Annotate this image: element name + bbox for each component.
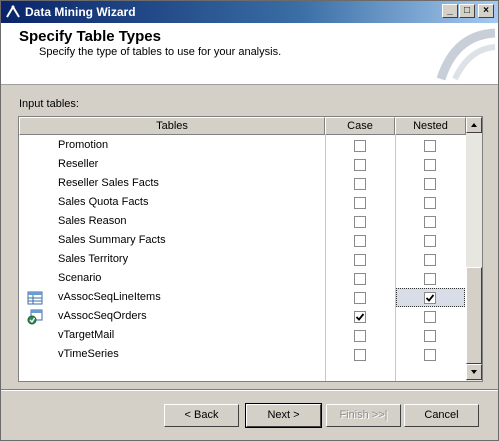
scroll-down-button[interactable] (466, 364, 482, 380)
case-checkbox[interactable] (354, 159, 366, 171)
wizard-logo-icon (436, 28, 496, 81)
case-checkbox[interactable] (354, 311, 366, 323)
case-checkbox[interactable] (354, 178, 366, 190)
table-name: vAssocSeqOrders (58, 310, 147, 322)
nested-checkbox[interactable] (424, 311, 436, 323)
table-row[interactable]: vAssocSeqLineItems (19, 288, 466, 307)
table-row[interactable]: Scenario (19, 269, 466, 288)
finish-button[interactable]: Finish >>| (326, 404, 401, 427)
nested-checkbox[interactable] (424, 330, 436, 342)
cancel-button[interactable]: Cancel (404, 404, 479, 427)
page-title: Specify Table Types (19, 28, 161, 45)
column-header-nested[interactable]: Nested (395, 117, 466, 135)
page-subtitle: Specify the type of tables to use for yo… (39, 46, 282, 58)
table-name: vTargetMail (58, 329, 115, 341)
table-row[interactable]: Promotion (19, 136, 466, 155)
table-row[interactable]: vTimeSeries (19, 345, 466, 364)
table-name: Scenario (58, 272, 102, 284)
table-name: Reseller Sales Facts (58, 177, 159, 189)
nested-table-icon (27, 290, 43, 306)
arrow-up-icon (471, 123, 477, 127)
case-table-icon (27, 309, 43, 325)
wizard-header: Specify Table Types Specify the type of … (1, 23, 498, 85)
table-row[interactable]: Sales Territory (19, 250, 466, 269)
table-name: Sales Territory (58, 253, 129, 265)
table-row[interactable]: Reseller (19, 155, 466, 174)
case-checkbox[interactable] (354, 330, 366, 342)
grid-header: Tables Case Nested (19, 117, 466, 135)
case-checkbox[interactable] (354, 273, 366, 285)
title-bar: Data Mining Wizard _ □ × (1, 1, 498, 23)
nested-checkbox[interactable] (424, 159, 436, 171)
table-name: vTimeSeries (58, 348, 119, 360)
case-checkbox[interactable] (354, 292, 366, 304)
close-button[interactable]: × (478, 4, 494, 18)
column-header-case[interactable]: Case (325, 117, 395, 135)
back-button[interactable]: < Back (164, 404, 239, 427)
maximize-button[interactable]: □ (459, 4, 475, 18)
column-header-tables[interactable]: Tables (19, 117, 325, 135)
table-row[interactable]: Sales Summary Facts (19, 231, 466, 250)
table-row[interactable]: Reseller Sales Facts (19, 174, 466, 193)
nested-checkbox[interactable] (424, 292, 436, 304)
button-separator (1, 389, 498, 391)
nested-checkbox[interactable] (424, 140, 436, 152)
case-checkbox[interactable] (354, 197, 366, 209)
input-tables-label: Input tables: (19, 98, 79, 110)
nested-checkbox[interactable] (424, 197, 436, 209)
case-checkbox[interactable] (354, 140, 366, 152)
scrollbar-thumb[interactable] (466, 267, 482, 364)
table-row[interactable]: vTargetMail (19, 326, 466, 345)
window-title: Data Mining Wizard (25, 5, 136, 19)
tables-grid: Tables Case Nested Promotion Reseller Rese… (18, 116, 483, 382)
nested-checkbox[interactable] (424, 273, 436, 285)
table-row[interactable]: Sales Reason (19, 212, 466, 231)
case-checkbox[interactable] (354, 216, 366, 228)
table-name: Sales Quota Facts (58, 196, 149, 208)
table-name: vAssocSeqLineItems (58, 291, 161, 303)
table-name: Promotion (58, 139, 109, 151)
table-name: Sales Reason (58, 215, 127, 227)
nested-checkbox[interactable] (424, 349, 436, 361)
arrow-down-icon (471, 370, 477, 374)
vertical-scrollbar[interactable] (466, 117, 482, 381)
case-checkbox[interactable] (354, 349, 366, 361)
table-row[interactable]: Sales Quota Facts (19, 193, 466, 212)
wizard-app-icon (6, 5, 20, 18)
minimize-button[interactable]: _ (442, 4, 458, 18)
nested-checkbox[interactable] (424, 235, 436, 247)
case-checkbox[interactable] (354, 235, 366, 247)
grid-rows: Promotion Reseller Reseller Sales Facts Sal… (19, 135, 466, 381)
next-button[interactable]: Next > (245, 403, 322, 428)
nested-checkbox[interactable] (424, 216, 436, 228)
table-name: Sales Summary Facts (58, 234, 166, 246)
wizard-window: Data Mining Wizard _ □ × Specify Table T… (0, 0, 499, 441)
scroll-up-button[interactable] (466, 117, 482, 133)
table-row[interactable]: vAssocSeqOrders (19, 307, 466, 326)
nested-checkbox[interactable] (424, 178, 436, 190)
nested-checkbox[interactable] (424, 254, 436, 266)
table-name: Reseller (58, 158, 99, 170)
case-checkbox[interactable] (354, 254, 366, 266)
